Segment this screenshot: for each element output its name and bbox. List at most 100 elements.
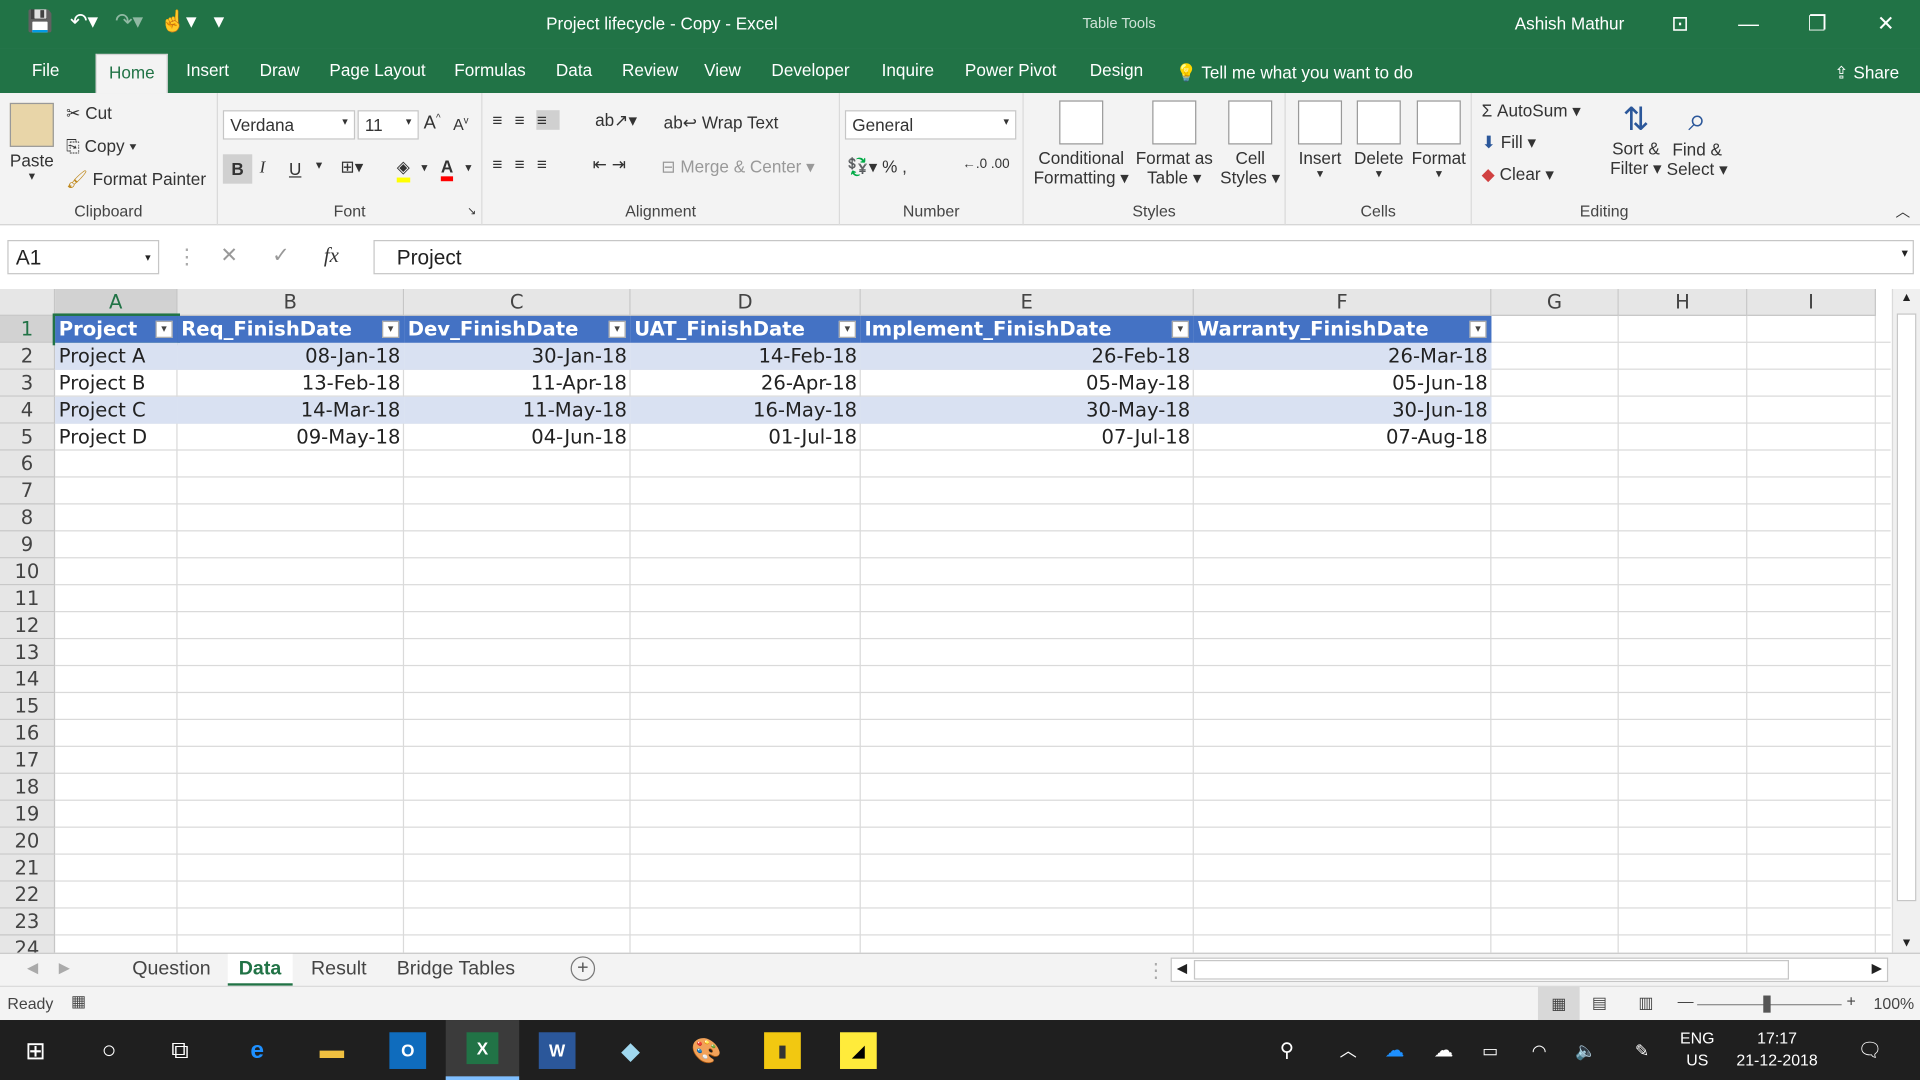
table-cell[interactable]: 07-Aug-18 xyxy=(1194,424,1492,451)
save-icon[interactable]: 💾 xyxy=(27,10,53,34)
paint-icon[interactable]: 🎨 xyxy=(688,1032,725,1069)
sheet-tab-result[interactable]: Result xyxy=(311,959,367,981)
insert-function-icon[interactable]: fx xyxy=(324,244,339,268)
find-select-button[interactable]: ⌕ Find & Select ▾ xyxy=(1665,100,1729,180)
tab-draw[interactable]: Draw xyxy=(260,60,300,80)
horizontal-align-icons[interactable]: ≡≡≡ xyxy=(492,154,559,174)
row-header-5[interactable]: 5 xyxy=(0,423,56,451)
name-box[interactable]: A1 ▾ xyxy=(7,240,160,275)
tab-page-layout[interactable]: Page Layout xyxy=(329,60,425,80)
row-header-6[interactable]: 6 xyxy=(0,450,56,478)
volume-icon[interactable]: 🔈 xyxy=(1567,1032,1604,1069)
table-cell[interactable]: Project A xyxy=(55,342,178,370)
undo-icon[interactable]: ↶▾ xyxy=(70,10,98,34)
row-header-8[interactable]: 8 xyxy=(0,504,56,532)
row-header-10[interactable]: 10 xyxy=(0,558,56,586)
borders-icon[interactable]: ⊞▾ xyxy=(340,157,363,178)
row-header-23[interactable]: 23 xyxy=(0,908,56,936)
row-header-14[interactable]: 14 xyxy=(0,666,56,694)
wifi-icon[interactable]: ◠ xyxy=(1521,1032,1558,1069)
merge-center-button[interactable]: ⊟ Merge & Center ▾ xyxy=(661,157,815,178)
touch-mode-icon[interactable]: ☝▾ xyxy=(160,10,196,34)
vertical-scroll-thumb[interactable] xyxy=(1896,313,1917,902)
row-header-24[interactable]: 24 xyxy=(0,935,56,953)
share-button[interactable]: ⇪ Share xyxy=(1834,62,1899,83)
indent-icons[interactable]: ⇤ ⇥ xyxy=(593,154,627,175)
table-cell[interactable]: Project D xyxy=(55,424,177,451)
row-header-2[interactable]: 2 xyxy=(0,342,56,370)
row-header-22[interactable]: 22 xyxy=(0,881,56,909)
normal-view-icon[interactable]: ▦ xyxy=(1537,986,1580,1022)
redo-icon[interactable]: ↷▾ xyxy=(115,10,143,34)
row-header-9[interactable]: 9 xyxy=(0,531,56,559)
outlook-icon[interactable]: O xyxy=(389,1032,427,1069)
cut-button[interactable]: ✂ Cut xyxy=(66,103,112,124)
ribbon-display-icon[interactable]: ⊡ xyxy=(1646,0,1715,49)
delete-cells-button[interactable]: Delete ▾ xyxy=(1352,100,1406,181)
table-cell[interactable]: 05-Jun-18 xyxy=(1194,370,1492,397)
italic-button[interactable]: I xyxy=(260,159,266,179)
fill-button[interactable]: ⬇ Fill ▾ xyxy=(1482,132,1536,153)
tab-file[interactable]: File xyxy=(32,60,60,80)
onedrive-icon[interactable]: ☁ xyxy=(1376,1032,1413,1069)
column-header-g[interactable]: G xyxy=(1491,288,1619,316)
table-header-cell[interactable]: Implement_FinishDate xyxy=(860,315,1194,343)
user-name[interactable]: Ashish Mathur xyxy=(1515,13,1625,33)
sort-filter-button[interactable]: ⇅ Sort & Filter ▾ xyxy=(1607,100,1666,178)
sheet-tab-question[interactable]: Question xyxy=(132,959,210,981)
shrink-font-icon[interactable]: Av xyxy=(453,115,469,134)
paste-button[interactable]: Paste ▾ xyxy=(9,102,54,184)
grow-font-icon[interactable]: A^ xyxy=(424,113,441,134)
cell-styles-button[interactable]: Cell Styles ▾ xyxy=(1220,100,1281,188)
task-view-icon[interactable]: ⧉ xyxy=(162,1032,199,1069)
tab-power-pivot[interactable]: Power Pivot xyxy=(965,60,1056,80)
column-header-i[interactable]: I xyxy=(1747,288,1876,316)
sticky-notes-icon[interactable]: ◢ xyxy=(840,1032,877,1069)
underline-button[interactable]: U xyxy=(289,159,301,179)
column-header-b[interactable]: B xyxy=(177,288,405,316)
zoom-in-icon[interactable]: + xyxy=(1847,992,1856,1010)
format-painter-button[interactable]: 🖌 Format Painter xyxy=(66,169,206,190)
table-cell[interactable]: 26-Apr-18 xyxy=(631,370,861,397)
font-name-select[interactable]: Verdana ▾ xyxy=(222,110,356,140)
underline-dropdown-icon[interactable]: ▾ xyxy=(316,159,322,172)
row-header-18[interactable]: 18 xyxy=(0,773,56,801)
table-cell[interactable]: 01-Jul-18 xyxy=(631,424,861,451)
row-header-11[interactable]: 11 xyxy=(0,585,56,613)
tab-data[interactable]: Data xyxy=(556,60,592,80)
row-header-12[interactable]: 12 xyxy=(0,612,56,640)
tab-home[interactable]: Home xyxy=(95,53,169,94)
tell-me-search[interactable]: 💡 Tell me what you want to do xyxy=(1176,62,1413,83)
select-all-corner[interactable] xyxy=(0,288,56,316)
power-bi-icon[interactable]: ▮ xyxy=(764,1032,801,1069)
confirm-entry-icon[interactable]: ✓ xyxy=(272,244,289,268)
scroll-up-icon[interactable]: ▲ xyxy=(1893,291,1920,304)
font-color-icon[interactable]: A xyxy=(440,157,454,182)
fill-color-icon[interactable]: ◈ xyxy=(396,157,410,183)
wrap-text-button[interactable]: ab↩ Wrap Text xyxy=(664,113,779,134)
minimize-icon[interactable]: — xyxy=(1714,0,1783,49)
table-cell[interactable]: 05-May-18 xyxy=(861,370,1194,397)
font-launcher-icon[interactable]: ↘ xyxy=(467,204,476,217)
table-cell[interactable]: 07-Jul-18 xyxy=(861,424,1194,451)
column-header-f[interactable]: F xyxy=(1193,288,1492,316)
format-as-table-button[interactable]: Format as Table ▾ xyxy=(1134,100,1215,188)
table-cell[interactable]: Project C xyxy=(55,396,178,424)
table-cell[interactable]: 04-Jun-18 xyxy=(404,424,631,451)
number-format-select[interactable]: General ▾ xyxy=(844,110,1017,140)
collapse-ribbon-icon[interactable]: ︿ xyxy=(1896,201,1911,222)
zoom-level[interactable]: 100% xyxy=(1873,994,1914,1012)
font-size-select[interactable]: 11 ▾ xyxy=(357,110,419,140)
notifications-icon[interactable]: 🗨 xyxy=(1851,1032,1888,1069)
tab-split-grip-icon[interactable]: ⋮ xyxy=(1146,959,1166,983)
vertical-scrollbar[interactable]: ▲ ▼ xyxy=(1891,288,1920,953)
table-cell[interactable]: 13-Feb-18 xyxy=(178,370,405,397)
row-header-3[interactable]: 3 xyxy=(0,369,56,397)
row-header-20[interactable]: 20 xyxy=(0,827,56,855)
tab-review[interactable]: Review xyxy=(622,60,678,80)
battery-icon[interactable]: ▭ xyxy=(1472,1032,1509,1069)
filter-dropdown-icon[interactable]: ▾ xyxy=(1171,320,1189,338)
formula-input[interactable]: Project ▾ xyxy=(373,240,1914,275)
scroll-right-icon[interactable]: ▶ xyxy=(1872,960,1882,976)
add-sheet-icon[interactable]: + xyxy=(570,956,596,981)
